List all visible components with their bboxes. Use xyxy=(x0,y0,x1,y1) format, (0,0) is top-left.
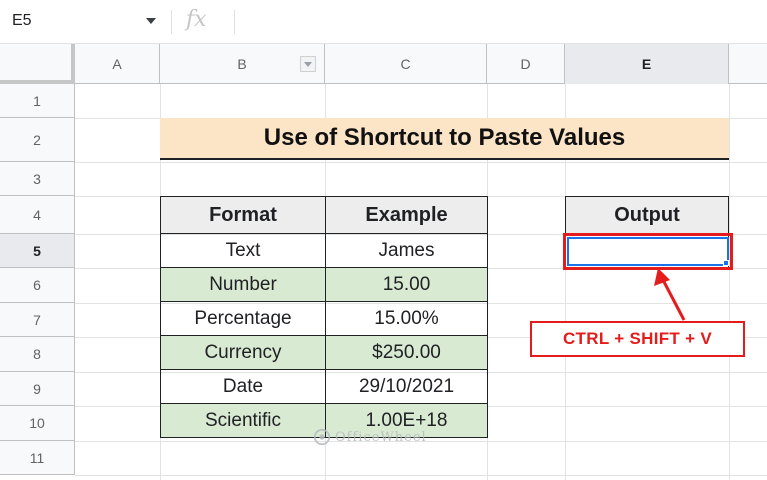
row-header-6[interactable]: 6 xyxy=(0,268,75,303)
watermark-text: OfficeWheel xyxy=(335,429,427,445)
officewheel-logo-icon xyxy=(313,428,331,446)
format-table: Format Example Text James Number 15.00 P… xyxy=(160,196,488,438)
cell-example[interactable]: $250.00 xyxy=(325,335,488,370)
name-box[interactable]: E5 xyxy=(0,6,162,36)
header-example[interactable]: Example xyxy=(325,196,488,234)
table-header-row: Format Example xyxy=(160,196,488,234)
arrow-head xyxy=(654,268,670,286)
header-format[interactable]: Format xyxy=(160,196,326,234)
column-header-bar: A B C D E xyxy=(0,44,767,84)
name-box-value: E5 xyxy=(12,12,32,29)
sheet-title[interactable]: Use of Shortcut to Paste Values xyxy=(160,118,729,160)
cell-format[interactable]: Text xyxy=(160,233,326,268)
column-header-c[interactable]: C xyxy=(325,44,487,84)
row-header-3[interactable]: 3 xyxy=(0,162,75,196)
gridline xyxy=(729,84,730,480)
cell-format[interactable]: Date xyxy=(160,369,326,404)
select-all-corner[interactable] xyxy=(0,44,75,84)
cell-example[interactable]: 29/10/2021 xyxy=(325,369,488,404)
cell-format[interactable]: Percentage xyxy=(160,301,326,336)
table-row: Text James xyxy=(160,233,488,268)
column-header-b-label: B xyxy=(237,56,247,72)
output-header[interactable]: Output xyxy=(565,196,729,234)
active-cell-border xyxy=(567,237,729,266)
row-header-10[interactable]: 10 xyxy=(0,406,75,441)
column-header-b[interactable]: B xyxy=(160,44,325,84)
shortcut-callout: CTRL + SHIFT + V xyxy=(530,321,745,357)
row-header-7[interactable]: 7 xyxy=(0,303,75,337)
chevron-down-icon[interactable] xyxy=(146,18,156,24)
divider xyxy=(171,10,172,34)
formula-input[interactable] xyxy=(242,6,762,36)
column-header-e[interactable]: E xyxy=(565,44,729,84)
column-header-f[interactable] xyxy=(729,44,767,84)
formula-bar: E5 fx xyxy=(0,0,767,44)
cell-example[interactable]: 15.00% xyxy=(325,301,488,336)
column-header-d[interactable]: D xyxy=(487,44,565,84)
fill-handle[interactable] xyxy=(723,260,729,266)
row-header-4[interactable]: 4 xyxy=(0,196,75,234)
row-header-1[interactable]: 1 xyxy=(0,84,75,118)
watermark: OfficeWheel xyxy=(313,428,427,446)
table-row: Percentage 15.00% xyxy=(160,301,488,336)
cell-example[interactable]: James xyxy=(325,233,488,268)
row-header-5[interactable]: 5 xyxy=(0,234,75,268)
cell-format[interactable]: Currency xyxy=(160,335,326,370)
gridline xyxy=(75,162,767,163)
cell-example[interactable]: 15.00 xyxy=(325,267,488,302)
row-header-8[interactable]: 8 xyxy=(0,337,75,372)
arrow-icon xyxy=(654,268,686,321)
table-row: Currency $250.00 xyxy=(160,335,488,370)
arrow-shaft xyxy=(660,277,686,321)
row-header-9[interactable]: 9 xyxy=(0,372,75,406)
divider xyxy=(234,10,235,34)
column-header-a[interactable]: A xyxy=(75,44,160,84)
row-header-11[interactable]: 11 xyxy=(0,441,75,475)
table-row: Number 15.00 xyxy=(160,267,488,302)
fx-icon: fx xyxy=(186,7,207,32)
table-row: Date 29/10/2021 xyxy=(160,369,488,404)
gridline xyxy=(75,475,767,476)
cell-format[interactable]: Scientific xyxy=(160,403,326,438)
cell-format[interactable]: Number xyxy=(160,267,326,302)
row-header-2[interactable]: 2 xyxy=(0,118,75,162)
filter-dropdown-icon[interactable] xyxy=(300,56,316,72)
